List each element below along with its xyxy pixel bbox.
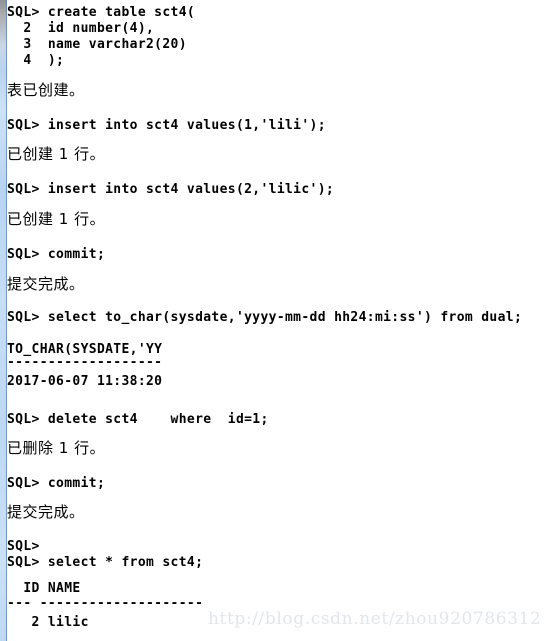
console-output-line: 2 id number(4), — [7, 21, 155, 36]
console-output-line: 提交完成。 — [7, 503, 85, 521]
console-prompt-line: SQL> select * from sct4; — [7, 555, 204, 570]
console-output-area[interactable]: SQL> create table sct4( 2 id number(4), … — [7, 0, 556, 641]
console-output-line: 提交完成。 — [7, 275, 85, 293]
console-output-line: 2017-06-07 11:38:20 — [7, 374, 163, 389]
console-output-line: 已删除 1 行。 — [7, 439, 106, 457]
console-prompt-line: SQL> — [7, 539, 40, 554]
sql-console-window: SQL> create table sct4( 2 id number(4), … — [0, 0, 556, 641]
console-output-line: 4 ); — [7, 53, 65, 68]
console-output-line: 已创建 1 行。 — [7, 145, 106, 163]
console-prompt-line: SQL> commit; — [7, 476, 106, 491]
console-separator-rule: --- -------------------- — [7, 596, 204, 611]
console-prompt-line: SQL> delete sct4 where id=1; — [7, 412, 269, 427]
console-output-line: 表已创建。 — [7, 81, 85, 99]
console-output-line: 3 name varchar2(20) — [7, 37, 187, 52]
console-prompt-line: SQL> insert into sct4 values(2,'lilic'); — [7, 182, 335, 197]
console-output-line: 2 lilic — [7, 615, 89, 630]
console-separator-rule: ------------------- — [7, 355, 163, 370]
blog-watermark: http://blog.csdn.net/zhou920786312 — [208, 609, 542, 629]
console-prompt-line: SQL> insert into sct4 values(1,'lili'); — [7, 118, 326, 133]
console-output-line: 已创建 1 行。 — [7, 210, 106, 228]
console-prompt-line: SQL> select to_char(sysdate,'yyyy-mm-dd … — [7, 310, 523, 325]
console-prompt-line: SQL> commit; — [7, 247, 106, 262]
console-output-line: ID NAME — [7, 581, 81, 596]
console-prompt-line: SQL> create table sct4( — [7, 5, 196, 20]
